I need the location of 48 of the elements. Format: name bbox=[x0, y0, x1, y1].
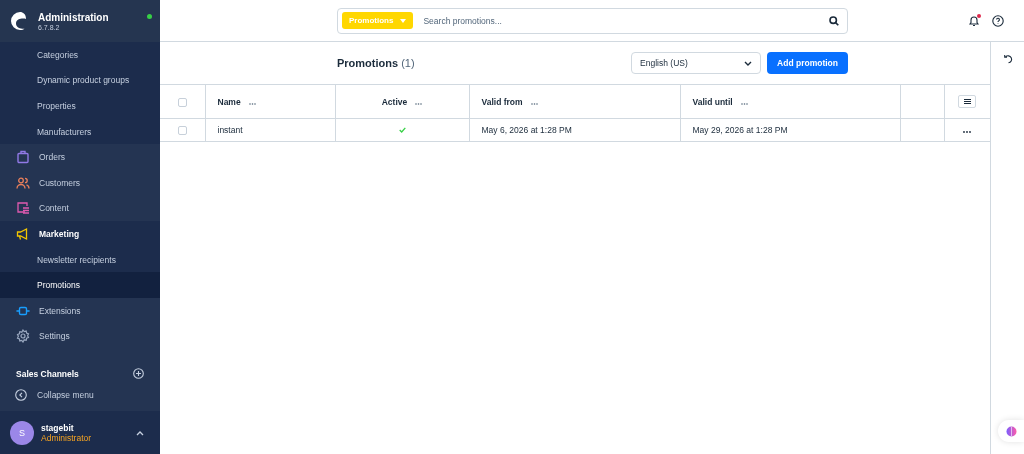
add-promotion-button[interactable]: Add promotion bbox=[767, 52, 848, 74]
submenu-item[interactable]: Properties bbox=[0, 93, 160, 119]
table-cell: instant bbox=[205, 118, 335, 142]
column-header[interactable]: Active bbox=[381, 96, 408, 107]
help-icon[interactable] bbox=[992, 14, 1004, 27]
submenu-item[interactable]: Categories bbox=[0, 42, 160, 68]
chevron-up-icon[interactable] bbox=[136, 429, 144, 436]
column-header[interactable]: Name bbox=[217, 96, 241, 107]
menu-item[interactable]: Customers bbox=[0, 169, 160, 196]
submenu-item[interactable]: Dynamic product groups bbox=[0, 67, 160, 94]
submenu-item[interactable]: Manufacturers bbox=[0, 118, 160, 145]
chevron-down-icon bbox=[744, 60, 753, 66]
reset-icon[interactable] bbox=[1002, 54, 1013, 64]
row-checkbox[interactable] bbox=[177, 126, 187, 136]
user-name: stagebit bbox=[41, 422, 75, 433]
section-heading: Sales Channels bbox=[16, 369, 79, 379]
menu-item[interactable]: Settings bbox=[0, 323, 160, 350]
page-title: Promotions bbox=[337, 57, 399, 69]
table-cell: May 29, 2026 at 1:28 PM bbox=[680, 118, 900, 142]
submenu-item[interactable]: Newsletter recipients bbox=[0, 246, 160, 273]
menu-item[interactable]: Orders bbox=[0, 144, 160, 170]
menu-icon bbox=[963, 99, 971, 104]
users-icon bbox=[16, 175, 30, 190]
column-header[interactable]: Valid until bbox=[692, 96, 733, 107]
settings-icon bbox=[16, 329, 30, 344]
content-icon bbox=[16, 201, 30, 216]
column-header[interactable]: Valid from bbox=[481, 96, 523, 107]
column-settings-button[interactable] bbox=[958, 95, 977, 108]
menu-item[interactable]: Marketing bbox=[0, 221, 160, 247]
language-select[interactable]: English (US) bbox=[631, 52, 762, 74]
assistant-button[interactable] bbox=[998, 420, 1024, 442]
menu-item[interactable]: Content bbox=[0, 195, 160, 222]
search-icon[interactable] bbox=[829, 15, 839, 26]
add-icon[interactable] bbox=[133, 367, 144, 379]
submenu-item[interactable]: Promotions bbox=[0, 272, 160, 298]
user-role: Administrator bbox=[41, 432, 93, 443]
menu-item[interactable]: Extensions bbox=[0, 297, 160, 324]
caret-icon bbox=[400, 18, 407, 23]
select-all-checkbox[interactable] bbox=[177, 97, 187, 107]
notifications-button[interactable] bbox=[968, 14, 980, 27]
collapse-menu-button[interactable]: Collapse menu bbox=[0, 385, 160, 405]
bag-icon bbox=[16, 150, 30, 165]
table-cell: May 6, 2026 at 1:28 PM bbox=[469, 118, 680, 142]
megaphone-icon bbox=[16, 226, 30, 241]
app-title: Administration bbox=[38, 11, 110, 23]
chevron-left-icon bbox=[15, 389, 27, 401]
item-count: (1) bbox=[401, 57, 415, 69]
plug-icon bbox=[16, 304, 30, 317]
